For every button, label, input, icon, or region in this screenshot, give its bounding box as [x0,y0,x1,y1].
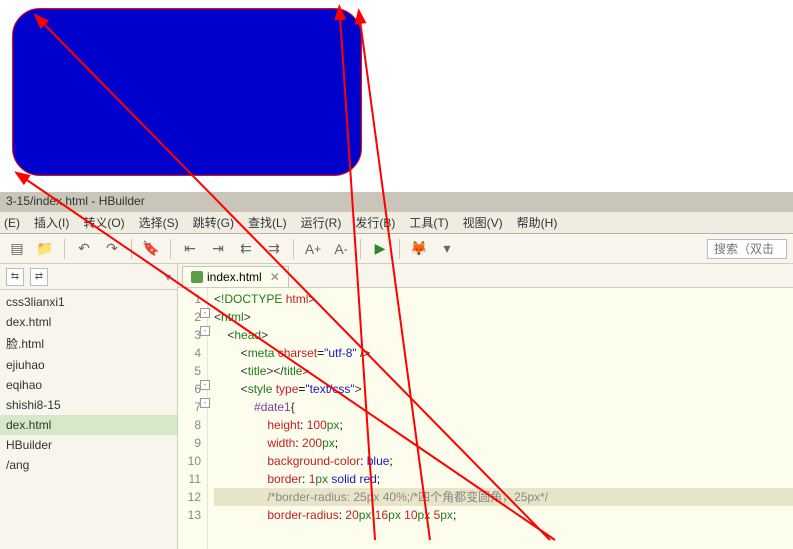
menu-item[interactable]: 跳转(G) [193,214,234,231]
separator [131,239,132,259]
menu-bar: (E) 插入(I) 转义(O) 选择(S) 跳转(G) 查找(L) 运行(R) 发行(B) 工具… [0,212,793,234]
code-line[interactable]: <meta charset="utf-8" /> [214,344,793,362]
fold-icon[interactable]: - [200,380,210,390]
window-title-bar: 3-15/index.html - HBuilder [0,192,793,212]
code-line[interactable]: <!DOCTYPE html> [214,290,793,308]
separator [360,239,361,259]
project-sidebar: ⇆ ⇄ ▾ css3lianxi1dex.html脸.htmlejiuhaoeq… [0,264,178,549]
editor-pane: index.html ✕ 12345678910111213 <!DOCTYPE… [178,264,793,549]
fold-icon[interactable]: - [200,308,210,318]
fold-icon[interactable]: - [200,326,210,336]
close-icon[interactable]: ✕ [270,270,280,284]
redo-icon[interactable]: ↷ [101,238,123,260]
code-line[interactable]: #date1{- [214,398,793,416]
code-line[interactable]: /*border-radius: 25px 40%;/*四个角都变圆角，25px… [214,488,793,506]
menu-item[interactable]: (E) [4,216,20,230]
menu-item[interactable]: 选择(S) [139,214,179,231]
preview-area [0,0,793,192]
separator [399,239,400,259]
main-toolbar: ▤ 📁 ↶ ↷ 🔖 ⇤ ⇥ ⇇ ⇉ A+ A- ▶ 🦊 ▾ [0,234,793,264]
code-area[interactable]: <!DOCTYPE html><html>- <head>- <meta cha… [208,288,793,549]
tree-item[interactable]: /ang [0,455,177,475]
menu-item[interactable]: 插入(I) [34,214,69,231]
indent2-icon[interactable]: ⇉ [263,238,285,260]
tree-item[interactable]: HBuilder [0,435,177,455]
main-area: ⇆ ⇄ ▾ css3lianxi1dex.html脸.htmlejiuhaoeq… [0,264,793,549]
menu-item[interactable]: 工具(T) [409,214,448,231]
html-file-icon [191,271,203,283]
tree-item[interactable]: eqihao [0,375,177,395]
link-editor-icon[interactable]: ⇄ [30,268,48,286]
search-input[interactable] [707,239,787,259]
chrome-dropdown-icon[interactable]: ▾ [436,238,458,260]
tree-item[interactable]: css3lianxi1 [0,292,177,312]
sidebar-menu-icon[interactable]: ▾ [165,270,171,284]
tab-label: index.html [207,270,262,284]
fold-icon[interactable]: - [200,398,210,408]
open-file-icon[interactable]: 📁 [34,238,56,260]
tree-item[interactable]: ejiuhao [0,355,177,375]
menu-item[interactable]: 视图(V) [463,214,503,231]
outdent2-icon[interactable]: ⇇ [235,238,257,260]
font-decrease-icon[interactable]: A- [330,238,352,260]
outdent-icon[interactable]: ⇤ [179,238,201,260]
file-tree: css3lianxi1dex.html脸.htmlejiuhaoeqihaosh… [0,290,177,477]
code-line[interactable]: width: 200px; [214,434,793,452]
menu-item[interactable]: 查找(L) [248,214,287,231]
sidebar-toolbar: ⇆ ⇄ ▾ [0,264,177,290]
code-editor[interactable]: 12345678910111213 <!DOCTYPE html><html>-… [178,288,793,549]
separator [170,239,171,259]
editor-tab-bar: index.html ✕ [178,264,793,288]
code-line[interactable]: <style type="text/css">- [214,380,793,398]
rendered-box [12,8,362,176]
tree-item[interactable]: dex.html [0,312,177,332]
separator [293,239,294,259]
collapse-icon[interactable]: ⇆ [6,268,24,286]
code-line[interactable]: background-color: blue; [214,452,793,470]
code-line[interactable]: <html>- [214,308,793,326]
font-increase-icon[interactable]: A+ [302,238,324,260]
separator [64,239,65,259]
menu-item[interactable]: 发行(B) [355,214,395,231]
undo-icon[interactable]: ↶ [73,238,95,260]
tree-item[interactable]: shishi8-15 [0,395,177,415]
new-file-icon[interactable]: ▤ [6,238,28,260]
code-line[interactable]: border-radius: 20px 16px 10px 5px; [214,506,793,524]
indent-icon[interactable]: ⇥ [207,238,229,260]
tree-item[interactable]: 脸.html [0,332,177,355]
run-icon[interactable]: ▶ [369,238,391,260]
code-line[interactable]: height: 100px; [214,416,793,434]
firefox-icon[interactable]: 🦊 [408,238,430,260]
menu-item[interactable]: 转义(O) [83,214,124,231]
code-line[interactable]: border: 1px solid red; [214,470,793,488]
tree-item[interactable]: dex.html [0,415,177,435]
code-line[interactable]: <head>- [214,326,793,344]
menu-item[interactable]: 帮助(H) [517,214,558,231]
bookmark-icon[interactable]: 🔖 [140,238,162,260]
menu-item[interactable]: 运行(R) [301,214,342,231]
code-line[interactable]: <title></title> [214,362,793,380]
tab-index-html[interactable]: index.html ✕ [182,266,289,287]
window-title: 3-15/index.html - HBuilder [6,194,145,208]
